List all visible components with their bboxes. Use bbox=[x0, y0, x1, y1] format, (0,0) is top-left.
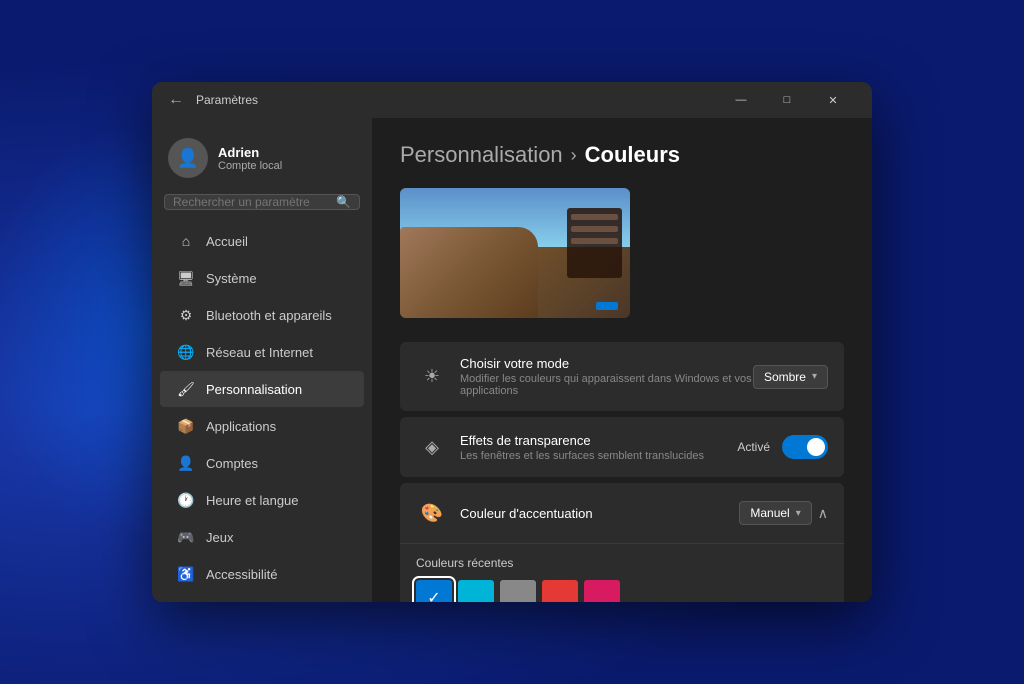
window-title: Paramètres bbox=[196, 93, 718, 107]
accueil-icon: ⌂ bbox=[176, 231, 196, 251]
user-info: Adrien Compte local bbox=[218, 145, 282, 172]
transparency-control: Activé bbox=[737, 435, 828, 459]
comptes-icon: 👤 bbox=[176, 453, 196, 473]
accent-header: 🎨 Couleur d'accentuation Manuel ▾ ∧ bbox=[400, 483, 844, 543]
preview-cliff bbox=[400, 227, 538, 318]
accent-body: Couleurs récentes Couleurs Windows bbox=[400, 543, 844, 602]
chevron-down-icon-2: ▾ bbox=[796, 508, 801, 519]
mode-label: Choisir votre mode bbox=[460, 356, 753, 371]
breadcrumb-parent: Personnalisation bbox=[400, 142, 563, 168]
recent-color-swatch[interactable] bbox=[542, 580, 578, 602]
bluetooth-label: Bluetooth et appareils bbox=[206, 308, 332, 323]
systeme-label: Système bbox=[206, 271, 257, 286]
user-name: Adrien bbox=[218, 145, 282, 160]
preview-line-3 bbox=[571, 238, 618, 244]
mode-text: Choisir votre mode Modifier les couleurs… bbox=[460, 356, 753, 397]
accent-label: Couleur d'accentuation bbox=[460, 506, 739, 521]
preview-line-2 bbox=[571, 226, 618, 232]
systeme-icon: 🖥 bbox=[176, 268, 196, 288]
chevron-down-icon: ▾ bbox=[812, 371, 817, 382]
jeux-label: Jeux bbox=[206, 530, 233, 545]
mode-icon: ☀ bbox=[416, 361, 448, 393]
sidebar-item-applications[interactable]: 📦 Applications bbox=[160, 408, 364, 444]
reseau-icon: 🌐 bbox=[176, 342, 196, 362]
sidebar: 👤 Adrien Compte local 🔍 ⌂ Accueil 🖥 Syst… bbox=[152, 118, 372, 602]
accent-control[interactable]: Manuel ▾ ∧ bbox=[739, 501, 828, 525]
close-button[interactable]: ✕ bbox=[810, 84, 856, 116]
sidebar-item-reseau[interactable]: 🌐 Réseau et Internet bbox=[160, 334, 364, 370]
breadcrumb-current: Couleurs bbox=[585, 142, 680, 168]
accessibilite-label: Accessibilité bbox=[206, 567, 278, 582]
recent-colors-label: Couleurs récentes bbox=[416, 556, 828, 570]
recent-colors-row bbox=[416, 580, 828, 602]
recent-color-swatch[interactable] bbox=[584, 580, 620, 602]
accent-dropdown[interactable]: Manuel ▾ bbox=[739, 501, 811, 525]
transparency-desc: Les fenêtres et les surfaces semblent tr… bbox=[460, 450, 737, 462]
sidebar-item-accueil[interactable]: ⌂ Accueil bbox=[160, 223, 364, 259]
recent-color-swatch[interactable] bbox=[500, 580, 536, 602]
back-button[interactable]: ← bbox=[168, 91, 184, 109]
mode-control[interactable]: Sombre ▾ bbox=[753, 365, 828, 389]
bluetooth-icon: ⚙ bbox=[176, 305, 196, 325]
reseau-label: Réseau et Internet bbox=[206, 345, 313, 360]
personnalisation-icon: 🖌 bbox=[176, 379, 196, 399]
avatar: 👤 bbox=[168, 138, 208, 178]
sidebar-item-comptes[interactable]: 👤 Comptes bbox=[160, 445, 364, 481]
comptes-label: Comptes bbox=[206, 456, 258, 471]
personnalisation-label: Personnalisation bbox=[206, 382, 302, 397]
confidentialite-label: Confidentialité et sécurité bbox=[206, 601, 348, 602]
sidebar-item-bluetooth[interactable]: ⚙ Bluetooth et appareils bbox=[160, 297, 364, 333]
transparency-icon: ◈ bbox=[416, 431, 448, 463]
jeux-icon: 🎮 bbox=[176, 527, 196, 547]
user-section: 👤 Adrien Compte local bbox=[152, 130, 372, 194]
preview-panel bbox=[567, 208, 622, 278]
titlebar: ← Paramètres — □ ✕ bbox=[152, 82, 872, 118]
mode-desc: Modifier les couleurs qui apparaissent d… bbox=[460, 373, 753, 397]
mode-dropdown[interactable]: Sombre ▾ bbox=[753, 365, 828, 389]
window-controls: — □ ✕ bbox=[718, 84, 856, 116]
sidebar-item-accessibilite[interactable]: ♿ Accessibilité bbox=[160, 556, 364, 592]
applications-icon: 📦 bbox=[176, 416, 196, 436]
breadcrumb-separator: › bbox=[571, 145, 577, 166]
transparency-toggle[interactable] bbox=[782, 435, 828, 459]
transparency-label: Effets de transparence bbox=[460, 433, 737, 448]
transparency-setting: ◈ Effets de transparence Les fenêtres et… bbox=[400, 417, 844, 477]
heure-label: Heure et langue bbox=[206, 493, 299, 508]
accent-section: 🎨 Couleur d'accentuation Manuel ▾ ∧ Coul… bbox=[400, 483, 844, 602]
accueil-label: Accueil bbox=[206, 234, 248, 249]
recent-color-swatch[interactable] bbox=[458, 580, 494, 602]
sidebar-item-jeux[interactable]: 🎮 Jeux bbox=[160, 519, 364, 555]
main-area: 👤 Adrien Compte local 🔍 ⌂ Accueil 🖥 Syst… bbox=[152, 118, 872, 602]
content-area: Personnalisation › Couleurs ☀ Chois bbox=[372, 118, 872, 602]
mode-value: Sombre bbox=[764, 370, 806, 384]
breadcrumb: Personnalisation › Couleurs bbox=[400, 142, 844, 168]
transparency-text: Effets de transparence Les fenêtres et l… bbox=[460, 433, 737, 462]
preview-button bbox=[596, 302, 618, 310]
maximize-button[interactable]: □ bbox=[764, 84, 810, 116]
search-input[interactable] bbox=[173, 195, 336, 209]
minimize-button[interactable]: — bbox=[718, 84, 764, 116]
preview-line-1 bbox=[571, 214, 618, 220]
accent-value: Manuel bbox=[750, 506, 789, 520]
applications-label: Applications bbox=[206, 419, 276, 434]
accent-icon: 🎨 bbox=[416, 497, 448, 529]
sidebar-item-systeme[interactable]: 🖥 Système bbox=[160, 260, 364, 296]
recent-color-swatch[interactable] bbox=[416, 580, 452, 602]
sidebar-item-heure[interactable]: 🕐 Heure et langue bbox=[160, 482, 364, 518]
search-bar[interactable]: 🔍 bbox=[164, 194, 360, 210]
toggle-knob bbox=[807, 438, 825, 456]
transparency-value: Activé bbox=[737, 440, 770, 454]
sidebar-item-confidentialite[interactable]: 🔒 Confidentialité et sécurité bbox=[160, 593, 364, 602]
search-icon: 🔍 bbox=[336, 195, 351, 209]
sidebar-item-personnalisation[interactable]: 🖌 Personnalisation bbox=[160, 371, 364, 407]
accent-collapse-icon[interactable]: ∧ bbox=[818, 505, 828, 522]
heure-icon: 🕐 bbox=[176, 490, 196, 510]
accessibilite-icon: ♿ bbox=[176, 564, 196, 584]
user-type: Compte local bbox=[218, 160, 282, 172]
mode-setting: ☀ Choisir votre mode Modifier les couleu… bbox=[400, 342, 844, 411]
settings-window: ← Paramètres — □ ✕ 👤 Adrien Compte local… bbox=[152, 82, 872, 602]
theme-preview bbox=[400, 188, 630, 318]
